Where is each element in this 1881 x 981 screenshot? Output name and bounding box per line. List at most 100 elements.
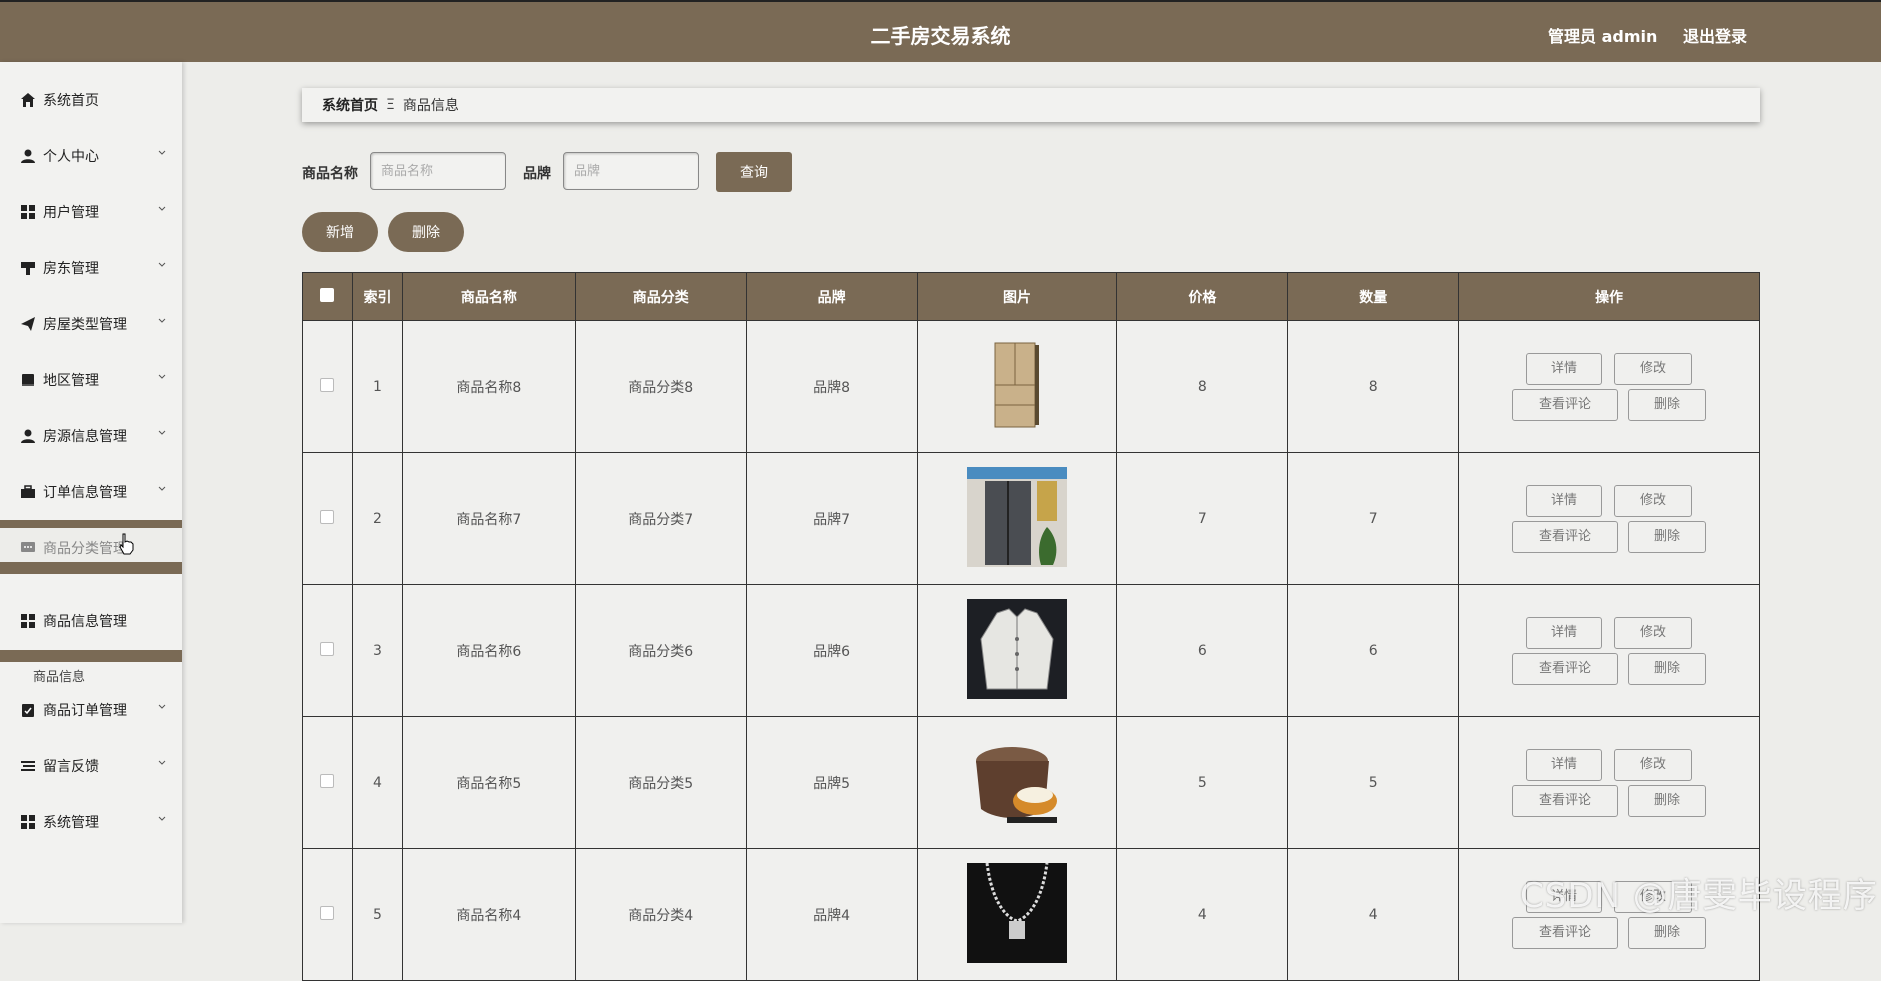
- column-header: 数量: [1287, 272, 1460, 321]
- view-comments-button[interactable]: 查看评论: [1512, 916, 1619, 949]
- detail-button[interactable]: 详情: [1526, 748, 1603, 781]
- sidebar: 系统首页 个人中心 用户管理 房东管理 房屋类型管理 地区管理 房源信息管理 订…: [0, 62, 182, 923]
- detail-button[interactable]: 详情: [1526, 484, 1603, 517]
- row-checkbox[interactable]: [320, 509, 335, 524]
- cell-brand: 品牌8: [745, 320, 918, 453]
- menu-divider: [0, 562, 182, 574]
- row-checkbox[interactable]: [320, 905, 335, 920]
- batch-delete-button[interactable]: 删除: [388, 212, 464, 252]
- cell-category: 商品分类4: [574, 848, 747, 981]
- cell-category: 商品分类7: [574, 452, 747, 585]
- delete-button[interactable]: 删除: [1628, 916, 1707, 949]
- sidebar-item-feedback[interactable]: 留言反馈: [0, 746, 182, 786]
- cell-brand: 品牌6: [745, 584, 918, 717]
- edit-button[interactable]: 修改: [1614, 616, 1693, 649]
- delete-button[interactable]: 删除: [1628, 784, 1707, 817]
- cell-price: 6: [1116, 584, 1289, 717]
- breadcrumb-current: 商品信息: [402, 98, 459, 114]
- sidebar-item-label: 个人中心: [43, 149, 99, 165]
- product-image-jacket: [966, 598, 1067, 699]
- select-all-checkbox[interactable]: [320, 287, 335, 302]
- column-header: 图片: [916, 272, 1118, 321]
- product-image-necklace: [966, 862, 1067, 963]
- cell-qty: 4: [1287, 848, 1460, 981]
- chevron-down-icon: [158, 150, 166, 155]
- sidebar-item-house-types[interactable]: 房屋类型管理: [0, 304, 182, 344]
- cell-image: [916, 320, 1118, 453]
- sidebar-item-regions[interactable]: 地区管理: [0, 360, 182, 400]
- column-header: 品牌: [745, 272, 918, 321]
- delete-button[interactable]: 删除: [1628, 388, 1707, 421]
- edit-button[interactable]: 修改: [1614, 748, 1693, 781]
- row-checkbox[interactable]: [320, 377, 335, 392]
- cell-price: 8: [1116, 320, 1289, 453]
- sidebar-item-users[interactable]: 用户管理: [0, 192, 182, 232]
- sidebar-item-label: 商品信息管理: [43, 614, 127, 630]
- chevron-down-icon: [158, 486, 166, 491]
- search-name-input[interactable]: [370, 152, 506, 190]
- sidebar-item-label: 用户管理: [43, 205, 99, 221]
- detail-button[interactable]: 详情: [1526, 616, 1603, 649]
- detail-button[interactable]: 详情: [1526, 352, 1603, 385]
- sidebar-subitem-product-info[interactable]: 商品信息: [33, 666, 85, 685]
- add-button[interactable]: 新增: [302, 212, 378, 252]
- brush-icon: [20, 260, 36, 276]
- cell-ops: 详情 修改 查看评论 删除: [1458, 452, 1760, 585]
- cell-name: 商品名称4: [401, 848, 576, 981]
- sidebar-item-home[interactable]: 系统首页: [0, 80, 182, 120]
- sidebar-item-products[interactable]: 商品信息管理: [0, 601, 182, 641]
- user-icon: [20, 148, 36, 164]
- sidebar-item-label: 商品分类管理: [43, 541, 127, 557]
- query-button[interactable]: 查询: [716, 152, 792, 192]
- edit-button[interactable]: 修改: [1614, 352, 1693, 385]
- sidebar-item-label: 地区管理: [43, 373, 99, 389]
- sidebar-item-landlords[interactable]: 房东管理: [0, 248, 182, 288]
- cell-category: 商品分类5: [574, 716, 747, 849]
- view-comments-button[interactable]: 查看评论: [1512, 520, 1619, 553]
- search-brand-input[interactable]: [563, 152, 699, 190]
- cell-image: [916, 848, 1118, 981]
- chevron-down-icon: [158, 704, 166, 709]
- table-row: 2 商品名称7 商品分类7 品牌7 7 7 详情 修改 查看评论 删除: [302, 452, 1760, 585]
- delete-button[interactable]: 删除: [1628, 520, 1707, 553]
- sidebar-item-listings[interactable]: 房源信息管理: [0, 416, 182, 456]
- cell-index: 5: [351, 848, 403, 981]
- chat-icon: [20, 540, 36, 556]
- sidebar-item-label: 商品订单管理: [43, 703, 127, 719]
- sidebar-item-label: 房源信息管理: [43, 429, 127, 445]
- sidebar-item-label: 留言反馈: [43, 759, 99, 775]
- cell-name: 商品名称5: [401, 716, 576, 849]
- view-comments-button[interactable]: 查看评论: [1512, 784, 1619, 817]
- search-name-label: 商品名称: [302, 166, 358, 182]
- chevron-down-icon: [158, 206, 166, 211]
- sidebar-item-orders[interactable]: 订单信息管理: [0, 472, 182, 512]
- sidebar-item-personal[interactable]: 个人中心: [0, 136, 182, 176]
- cell-ops: 详情 修改 查看评论 删除: [1458, 320, 1760, 453]
- grid-icon: [20, 204, 36, 220]
- row-checkbox[interactable]: [320, 641, 335, 656]
- breadcrumb-home[interactable]: 系统首页: [322, 95, 378, 115]
- chevron-down-icon: [158, 262, 166, 267]
- edit-button[interactable]: 修改: [1614, 484, 1693, 517]
- cell-ops: 详情 修改 查看评论 删除: [1458, 584, 1760, 717]
- cell-index: 2: [351, 452, 403, 585]
- cell-brand: 品牌5: [745, 716, 918, 849]
- cell-name: 商品名称6: [401, 584, 576, 717]
- sidebar-item-label: 房东管理: [43, 261, 99, 277]
- chevron-down-icon: [158, 318, 166, 323]
- home-icon: [20, 92, 36, 108]
- column-header: 索引: [351, 272, 403, 321]
- cell-qty: 7: [1287, 452, 1460, 585]
- sidebar-item-system[interactable]: 系统管理: [0, 802, 182, 842]
- cell-image: [916, 716, 1118, 849]
- chevron-down-icon: [158, 430, 166, 435]
- delete-button[interactable]: 删除: [1628, 652, 1707, 685]
- sidebar-item-label: 系统管理: [43, 815, 99, 831]
- view-comments-button[interactable]: 查看评论: [1512, 388, 1619, 421]
- select-all-cell[interactable]: [302, 272, 353, 321]
- column-header: 操作: [1458, 272, 1760, 321]
- row-checkbox[interactable]: [320, 773, 335, 788]
- view-comments-button[interactable]: 查看评论: [1512, 652, 1619, 685]
- sidebar-item-product-orders[interactable]: 商品订单管理: [0, 690, 182, 730]
- logout-link[interactable]: 退出登录: [1683, 23, 1747, 47]
